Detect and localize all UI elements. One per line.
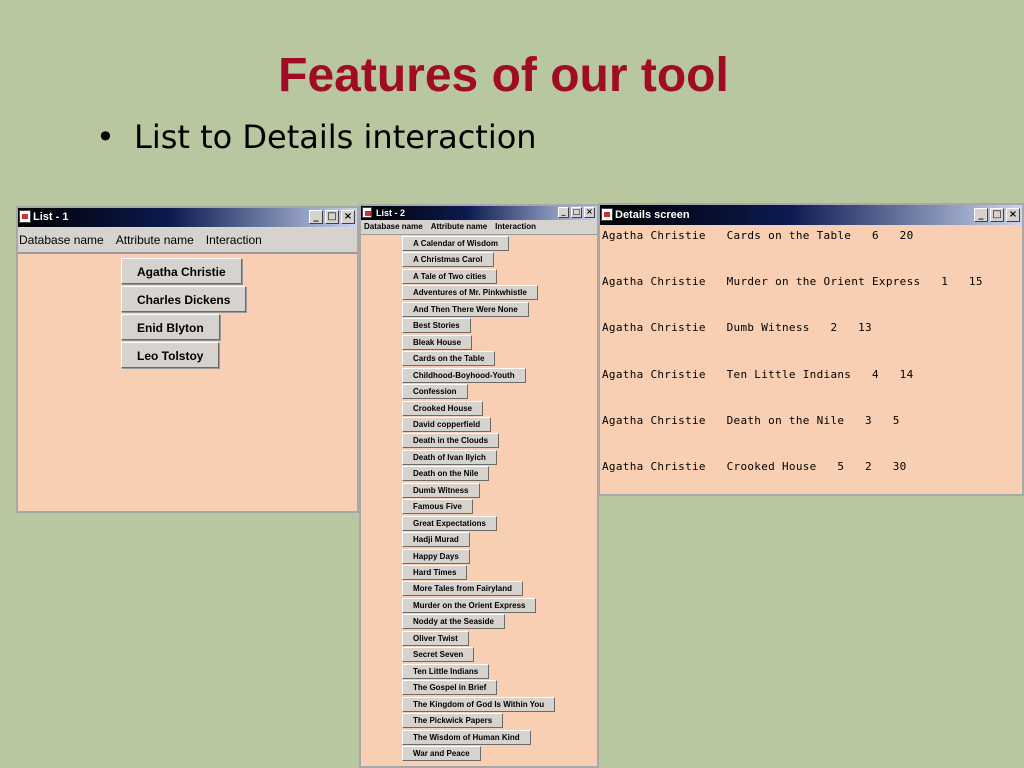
book-button[interactable]: Crooked House — [402, 400, 484, 416]
slide-title: Features of our tool — [278, 49, 729, 102]
book-button[interactable]: Ten Little Indians — [402, 663, 490, 679]
book-button[interactable]: The Kingdom of God Is Within You — [402, 696, 556, 712]
bullet-text: List to Details interaction — [134, 118, 537, 156]
book-button[interactable]: Hadji Murad — [402, 532, 470, 548]
menu-interaction[interactable]: Interaction — [206, 228, 262, 252]
maximize-icon[interactable]: □ — [990, 208, 1004, 222]
book-button[interactable]: Best Stories — [402, 318, 471, 334]
detail-row: Agatha Christie Cards on the Table 6 20 — [602, 229, 914, 242]
list2-title: List - 2 — [376, 208, 406, 218]
menu-attribute-name[interactable]: Attribute name — [431, 220, 487, 234]
minimize-icon[interactable]: _ — [309, 210, 323, 224]
minimize-icon[interactable]: _ — [558, 207, 569, 218]
book-button[interactable]: Bleak House — [402, 334, 473, 350]
bullet-symbol: • — [96, 118, 115, 156]
minimize-icon[interactable]: _ — [974, 208, 988, 222]
list1-menubar: Database name Attribute name Interaction — [18, 228, 357, 254]
list1-titlebar[interactable]: List - 1 _ □ × — [18, 208, 357, 227]
book-button[interactable]: A Christmas Carol — [402, 252, 494, 268]
close-icon[interactable]: × — [341, 210, 355, 224]
book-button[interactable]: Death of Ivan Ilyich — [402, 449, 497, 465]
book-button[interactable]: Hard Times — [402, 565, 468, 580]
book-button[interactable]: Adventures of Mr. Pinkwhistle — [402, 285, 538, 301]
book-button[interactable]: The Wisdom of Human Kind — [402, 729, 531, 745]
detail-row: Agatha Christie Dumb Witness 2 13 — [602, 321, 872, 335]
maximize-icon[interactable]: □ — [325, 210, 339, 224]
list1-window: List - 1 _ □ × Database name Attribute name… — [16, 206, 359, 513]
book-button[interactable]: War and Peace — [402, 745, 481, 761]
book-button[interactable]: A Tale of Two cities — [402, 268, 498, 284]
java-app-icon — [601, 208, 613, 221]
book-button[interactable]: A Calendar of Wisdom — [402, 236, 509, 251]
menu-attribute-name[interactable]: Attribute name — [116, 228, 194, 252]
author-button[interactable]: Agatha Christie — [121, 258, 242, 284]
details-title: Details screen — [615, 209, 690, 221]
book-button[interactable]: Murder on the Orient Express — [402, 597, 537, 613]
close-icon[interactable]: × — [1006, 208, 1020, 222]
java-app-icon — [362, 207, 372, 218]
author-button[interactable]: Charles Dickens — [121, 286, 247, 312]
bullet-item: • List to Details interaction — [96, 118, 537, 156]
java-app-icon — [19, 210, 31, 223]
book-button[interactable]: Confession — [402, 384, 468, 400]
list1-title: List - 1 — [33, 211, 69, 223]
menu-database-name[interactable]: Database name — [19, 228, 104, 252]
book-button[interactable]: The Gospel in Brief — [402, 680, 498, 696]
details-titlebar[interactable]: Details screen _ □ × — [600, 205, 1022, 225]
book-button[interactable]: Great Expectations — [402, 515, 497, 531]
author-button[interactable]: Leo Tolstoy — [121, 342, 220, 368]
book-button[interactable]: David copperfield — [402, 416, 492, 432]
list2-titlebar[interactable]: List - 2 _ □ × — [361, 206, 597, 220]
list2-menubar: Database name Attribute name Interaction — [361, 220, 597, 235]
book-button[interactable]: The Pickwick Papers — [402, 713, 504, 729]
menu-interaction[interactable]: Interaction — [495, 220, 536, 234]
menu-database-name[interactable]: Database name — [364, 220, 423, 234]
book-button[interactable]: Childhood-Boyhood-Youth — [402, 367, 526, 383]
book-button[interactable]: And Then There Were None — [402, 301, 529, 317]
book-button[interactable]: Cards on the Table — [402, 351, 496, 367]
maximize-icon[interactable]: □ — [571, 207, 582, 218]
list2-window: List - 2 _ □ × Database name Attribute name… — [359, 204, 599, 768]
book-button[interactable]: Noddy at the Seaside — [402, 614, 505, 630]
detail-row: Agatha Christie Death on the Nile 3 5 — [602, 413, 900, 427]
book-button[interactable]: Oliver Twist — [402, 630, 469, 646]
detail-row: Agatha Christie Crooked House 5 2 30 — [602, 460, 907, 473]
detail-row: Agatha Christie Murder on the Orient Exp… — [602, 275, 983, 289]
book-button[interactable]: Secret Seven — [402, 647, 475, 663]
book-button[interactable]: Happy Days — [402, 548, 470, 564]
book-button[interactable]: Death on the Nile — [402, 466, 490, 482]
details-window: Details screen _ □ × Agatha Christie Cards… — [598, 203, 1024, 496]
book-button[interactable]: Death in the Clouds — [402, 433, 500, 449]
book-button[interactable]: Dumb Witness — [402, 482, 480, 498]
close-icon[interactable]: × — [584, 207, 595, 218]
book-button[interactable]: Famous Five — [402, 499, 473, 515]
author-button[interactable]: Enid Blyton — [121, 314, 220, 340]
book-button[interactable]: More Tales from Fairyland — [402, 581, 523, 597]
detail-row: Agatha Christie Ten Little Indians 4 14 — [602, 367, 914, 381]
